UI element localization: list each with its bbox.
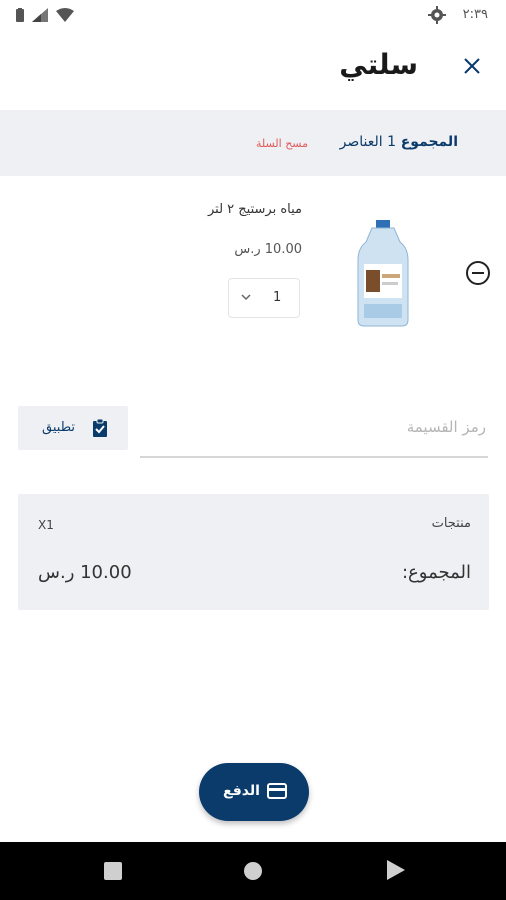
grand-total-label: المجموع: (401, 562, 471, 583)
checkout-label: الدفع (223, 783, 260, 799)
apply-button-label: تطبيق (42, 420, 75, 435)
item-price: 10.00 ر.س (234, 242, 302, 257)
wifi-icon (56, 8, 74, 22)
close-icon[interactable] (458, 52, 486, 80)
products-label: منتجات (431, 516, 471, 531)
coupon-placeholder: رمز القسيمة (406, 418, 486, 436)
summary-items-count: 1 العناصر (339, 134, 396, 150)
battery-icon (16, 8, 24, 22)
quantity-value: 1 (273, 290, 282, 305)
apply-coupon-button[interactable]: تطبيق (18, 406, 128, 450)
settings-icon (428, 6, 446, 24)
signal-icon (32, 8, 48, 22)
checkout-button[interactable]: الدفع (199, 763, 309, 821)
grand-total-value: 10.00 ر.س (38, 562, 132, 583)
summary-total-label: المجموع (400, 134, 458, 150)
clear-cart-link[interactable]: مسح السلة (256, 137, 308, 150)
circle-icon[interactable] (244, 862, 262, 880)
credit-card-icon (267, 783, 287, 799)
system-nav-bar (0, 842, 506, 900)
app-bar: سلتي (0, 32, 506, 110)
status-bar: ٢:٣٩ (0, 0, 506, 32)
cart-summary-strip: المجموع 1 العناصر مسح السلة (0, 110, 506, 176)
chevron-down-icon (241, 294, 251, 301)
quantity-dropdown[interactable]: 1 (228, 278, 300, 318)
status-time: ٢:٣٩ (462, 7, 488, 22)
order-totals-panel: منتجات X1 المجموع: 10.00 ر.س (18, 494, 489, 610)
page-title: سلتي (339, 48, 418, 81)
square-icon[interactable] (104, 862, 122, 880)
minus-circle-icon[interactable] (465, 260, 491, 286)
triangle-icon[interactable] (387, 860, 405, 880)
product-image (357, 220, 409, 327)
clipboard-check-icon (93, 418, 107, 437)
item-name: مياه برستيج ٢ لتر (207, 202, 302, 217)
status-icons (16, 8, 74, 22)
cart-item: مياه برستيج ٢ لتر 10.00 ر.س 1 (0, 176, 506, 366)
products-count: X1 (38, 518, 54, 532)
coupon-code-input[interactable]: رمز القسيمة (140, 402, 488, 458)
